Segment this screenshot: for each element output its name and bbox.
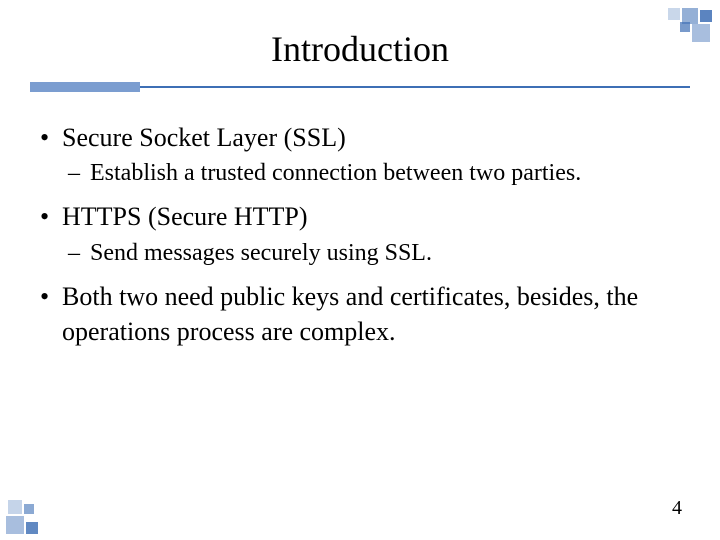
sub-bullet-item: – Send messages securely using SSL. bbox=[68, 237, 680, 269]
sub-bullet-dash-icon: – bbox=[68, 237, 90, 269]
title-underline bbox=[0, 80, 720, 90]
bullet-item: • HTTPS (Secure HTTP) bbox=[40, 199, 680, 234]
bullet-text: HTTPS (Secure HTTP) bbox=[62, 199, 308, 234]
decoration-top-right bbox=[642, 8, 712, 48]
slide-title: Introduction bbox=[0, 0, 720, 70]
sub-bullet-item: – Establish a trusted connection between… bbox=[68, 157, 680, 189]
bullet-item: • Secure Socket Layer (SSL) bbox=[40, 120, 680, 155]
bullet-text: Secure Socket Layer (SSL) bbox=[62, 120, 346, 155]
bullet-dot-icon: • bbox=[40, 199, 62, 234]
bullet-item: • Both two need public keys and certific… bbox=[40, 279, 680, 349]
bullet-dot-icon: • bbox=[40, 120, 62, 155]
bullet-text: Both two need public keys and certificat… bbox=[62, 279, 680, 349]
slide-body: • Secure Socket Layer (SSL) – Establish … bbox=[0, 90, 720, 349]
sub-bullet-text: Send messages securely using SSL. bbox=[90, 237, 432, 269]
sub-bullet-text: Establish a trusted connection between t… bbox=[90, 157, 581, 189]
slide: Introduction • Secure Socket Layer (SSL)… bbox=[0, 0, 720, 540]
page-number: 4 bbox=[672, 497, 682, 520]
sub-bullet-dash-icon: – bbox=[68, 157, 90, 189]
decoration-bottom-left bbox=[6, 492, 66, 534]
bullet-dot-icon: • bbox=[40, 279, 62, 349]
